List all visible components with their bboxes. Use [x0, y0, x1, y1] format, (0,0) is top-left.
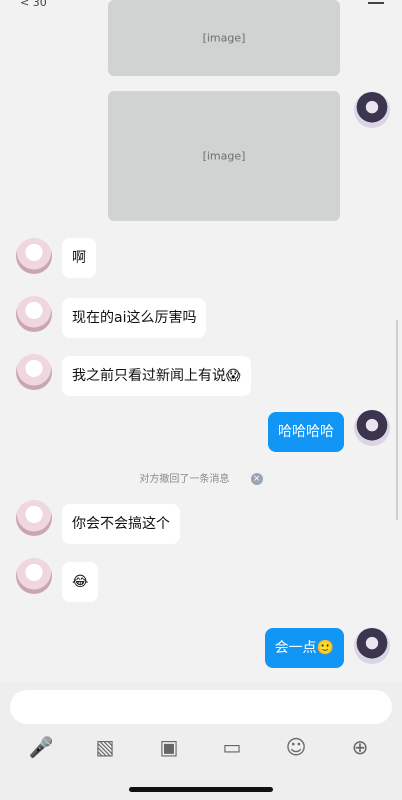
message-bubble[interactable]: 你会不会搞这个	[62, 504, 180, 544]
avatar[interactable]	[16, 354, 52, 390]
avatar[interactable]	[16, 296, 52, 332]
image-icon[interactable]: ▧	[92, 734, 118, 760]
message-bubble[interactable]: 😂	[62, 562, 99, 602]
avatar[interactable]	[16, 238, 52, 274]
system-notice: 对方撤回了一条消息 ×	[0, 470, 402, 485]
avatar[interactable]	[16, 558, 52, 594]
recall-notice-text: 对方撤回了一条消息	[139, 474, 230, 485]
avatar[interactable]	[16, 500, 52, 536]
close-icon[interactable]: ×	[250, 473, 263, 485]
chat-image-placeholder: [image]	[202, 31, 246, 45]
avatar[interactable]	[354, 410, 390, 446]
menu-icon[interactable]	[368, 0, 384, 4]
emoji-icon[interactable]: ☺	[283, 734, 309, 760]
toolbar: 🎤 ▧ ▣ ▭ ☺ ⊕	[0, 734, 402, 760]
message-bubble[interactable]: 啊	[62, 238, 96, 278]
plus-icon[interactable]: ⊕	[347, 734, 373, 760]
message-bubble[interactable]: 哈哈哈哈	[268, 412, 344, 452]
camera-icon[interactable]: ▣	[156, 734, 182, 760]
message-input[interactable]	[10, 690, 392, 724]
chat-image[interactable]: [image]	[108, 91, 340, 221]
message-bubble[interactable]: 我之前只看过新闻上有说😱	[62, 356, 251, 396]
chat-image[interactable]: [image]	[108, 0, 340, 76]
avatar[interactable]	[354, 92, 390, 128]
message-bubble[interactable]: 现在的ai这么厉害吗	[62, 298, 207, 338]
composer: 🎤 ▧ ▣ ▭ ☺ ⊕	[0, 682, 402, 800]
file-icon[interactable]: ▭	[219, 734, 245, 760]
scrollbar[interactable]	[396, 320, 398, 520]
message-bubble[interactable]: 会一点🙂	[264, 628, 344, 668]
microphone-icon[interactable]: 🎤	[28, 734, 54, 760]
avatar[interactable]	[354, 628, 390, 664]
chat-image-placeholder: [image]	[202, 149, 246, 163]
home-indicator[interactable]	[129, 787, 273, 792]
